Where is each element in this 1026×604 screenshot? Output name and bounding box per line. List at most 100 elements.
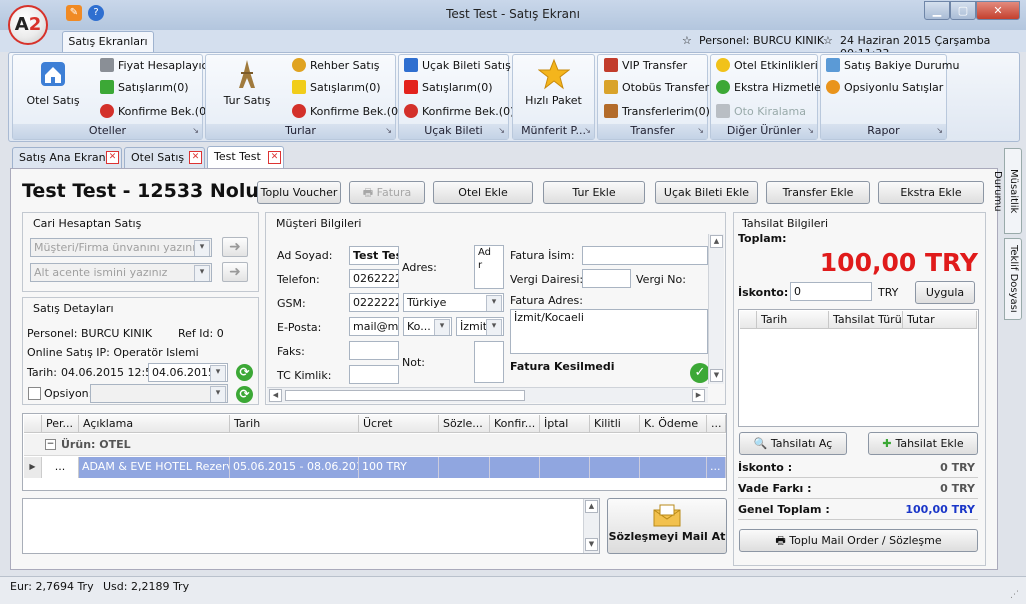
telefon-input[interactable]: 02622222 — [349, 269, 399, 288]
row-more[interactable]: ... — [707, 457, 726, 478]
toplu-voucher-button[interactable]: Toplu Voucher — [257, 181, 341, 204]
close-button[interactable]: ✕ — [976, 1, 1020, 20]
collapse-icon[interactable]: − — [45, 439, 56, 450]
gsm-input[interactable]: 02222222 — [349, 293, 399, 312]
col-per[interactable]: Per... — [42, 415, 79, 433]
vergi-dairesi-input[interactable] — [582, 269, 631, 288]
refresh-icon[interactable]: ⟳ — [236, 386, 253, 403]
rehber-satis[interactable]: Rehber Satış — [292, 57, 379, 75]
app-logo[interactable]: A2 — [8, 5, 48, 45]
row-k-odeme[interactable] — [640, 457, 707, 478]
col-more[interactable]: ... — [707, 415, 726, 433]
ad-soyad-input[interactable]: Test Tes — [349, 246, 399, 265]
col-ucret[interactable]: Ücret — [359, 415, 439, 433]
not-textarea[interactable] — [474, 341, 504, 383]
note-textarea[interactable] — [22, 498, 600, 554]
col-tahsilat-turu[interactable]: Tahsilat Türü — [829, 311, 903, 329]
faks-input[interactable] — [349, 341, 399, 360]
col-kilitli[interactable]: Kilitli — [590, 415, 640, 433]
ucak-konfirme[interactable]: Konfirme Bek.(0) — [404, 103, 514, 121]
tab-satis-ana-ekran[interactable]: Satış Ana Ekran ✕ — [12, 147, 122, 168]
close-icon[interactable]: ✕ — [268, 151, 281, 164]
row-sozlesme[interactable] — [439, 457, 490, 478]
tur-satislarim[interactable]: Satışlarım(0) — [292, 79, 381, 97]
toplu-mail-order-button[interactable]: 🖶 Toplu Mail Order / Sözleşme — [739, 529, 978, 552]
arrow-right-icon[interactable]: ➜ — [222, 237, 248, 257]
ucak-satislarim[interactable]: Satışlarım(0) — [404, 79, 493, 97]
col-tarih[interactable]: Tarih — [230, 415, 359, 433]
oto-kiralama[interactable]: Oto Kiralama — [716, 103, 806, 121]
note-vscroll[interactable]: ▲ ▼ — [583, 499, 599, 553]
tarih-date-picker[interactable]: 04.06.2015 — [148, 363, 228, 382]
fatura-adres-textarea[interactable]: İzmit/Kocaeli — [510, 309, 708, 354]
check-icon[interactable]: ✓ — [690, 363, 710, 383]
tc-kimlik-input[interactable] — [349, 365, 399, 384]
il-select[interactable]: Ko... — [403, 317, 452, 336]
tur-satis-button[interactable]: Tur Satış — [212, 58, 282, 107]
col-iptal[interactable]: İptal — [540, 415, 590, 433]
close-icon[interactable]: ✕ — [189, 151, 202, 164]
tab-test-test[interactable]: Test Test ✕ — [207, 146, 284, 169]
ulke-select[interactable]: Türkiye — [403, 293, 504, 312]
opsiyon-date[interactable] — [90, 384, 228, 403]
tahsilat-ekle-button[interactable]: ✚ Tahsilat Ekle — [868, 432, 978, 455]
iskonto-input[interactable]: 0 — [790, 282, 872, 301]
fatura-isim-input[interactable] — [582, 246, 708, 265]
row-tarih[interactable]: 05.06.2015 - 08.06.2015 — [230, 457, 359, 478]
scroll-thumb[interactable] — [285, 390, 525, 401]
musteri-vscroll[interactable]: ▲ ▼ — [708, 234, 724, 384]
tur-konfirme[interactable]: Konfirme Bek.(0) — [292, 103, 402, 121]
uygula-button[interactable]: Uygula — [915, 281, 975, 304]
otobus-transfer[interactable]: Otobüs Transfer — [604, 79, 709, 97]
ekstra-hizmetler[interactable]: Ekstra Hizmetler — [716, 79, 825, 97]
ucak-bileti-ekle-button[interactable]: Uçak Bileti Ekle — [655, 181, 758, 204]
ilce-select[interactable]: İzmit — [456, 317, 504, 336]
tab-otel-satis[interactable]: Otel Satış ✕ — [124, 147, 205, 168]
row-ucret[interactable]: 100 TRY — [359, 457, 439, 478]
otel-satislarim[interactable]: Satışlarım(0) — [100, 79, 189, 97]
side-tab-musaitlik[interactable]: Müsaitlik Durumu — [992, 148, 1022, 234]
fiyat-hesaplayici[interactable]: Fiyat Hesaplayıcı — [100, 57, 211, 75]
ribbon-tab-satis-ekranlari[interactable]: Satış Ekranları — [62, 31, 154, 52]
col-k-odeme[interactable]: K. Ödeme — [640, 415, 707, 433]
col-tahsilat-tarih[interactable]: Tarih — [757, 311, 829, 329]
arrow-right-icon[interactable]: ➜ — [222, 262, 248, 282]
fatura-button[interactable]: 🖶 Fatura — [349, 181, 425, 204]
opsiyonlu-satislar[interactable]: Opsiyonlu Satışlar — [826, 79, 943, 97]
help-icon[interactable]: ? — [88, 5, 104, 21]
resize-grip-icon[interactable]: ⋰ — [1010, 590, 1022, 602]
side-tab-teklif[interactable]: Teklif Dosyası — [1004, 238, 1022, 320]
col-tahsilat-tutar[interactable]: Tutar — [903, 311, 977, 329]
otel-konfirme[interactable]: Konfirme Bek.(0) — [100, 103, 210, 121]
vip-transfer[interactable]: VIP Transfer — [604, 57, 687, 75]
transferlerim[interactable]: Transferlerim(0) — [604, 103, 710, 121]
musteri-hscroll[interactable]: ◀ ▶ — [267, 387, 708, 403]
hizli-paket-button[interactable]: Hızlı Paket — [514, 58, 593, 107]
firma-input[interactable]: Müşteri/Firma ünvanını yazınız — [30, 238, 212, 257]
adres-textarea[interactable]: Adr — [474, 245, 504, 289]
sozlesme-mail-button[interactable]: Sözleşmeyi Mail At — [607, 498, 727, 554]
satis-bakiye-durumu[interactable]: Satış Bakiye Durumu — [826, 57, 959, 75]
minimize-button[interactable]: ▁ — [924, 1, 950, 20]
col-konfirme[interactable]: Konfir... — [490, 415, 540, 433]
tur-ekle-button[interactable]: Tur Ekle — [543, 181, 645, 204]
eposta-input[interactable]: mail@mai — [349, 317, 399, 336]
otel-satis-button[interactable]: Otel Satış — [18, 58, 88, 107]
acente-input[interactable]: Alt acente ismini yazınız — [30, 263, 212, 282]
otel-etkinlikleri[interactable]: Otel Etkinlikleri — [716, 57, 818, 75]
row-konfirme[interactable] — [490, 457, 540, 478]
otel-ekle-button[interactable]: Otel Ekle — [433, 181, 533, 204]
ucak-bileti-satis[interactable]: Uçak Bileti Satış — [404, 57, 511, 75]
row-per[interactable]: ... — [42, 457, 79, 478]
tag-icon[interactable]: ✎ — [66, 5, 82, 21]
ekstra-ekle-button[interactable]: Ekstra Ekle — [878, 181, 984, 204]
close-icon[interactable]: ✕ — [106, 151, 119, 164]
opsiyon-checkbox[interactable] — [28, 387, 41, 400]
row-iptal[interactable] — [540, 457, 590, 478]
row-aciklama[interactable]: ADAM & EVE HOTEL Rezerv... — [79, 457, 230, 478]
col-aciklama[interactable]: Açıklama — [79, 415, 230, 433]
refresh-icon[interactable]: ⟳ — [236, 364, 253, 381]
tahsilat-ac-button[interactable]: 🔍 Tahsilatı Aç — [739, 432, 847, 455]
transfer-ekle-button[interactable]: Transfer Ekle — [766, 181, 870, 204]
maximize-button[interactable]: ▢ — [950, 1, 976, 20]
